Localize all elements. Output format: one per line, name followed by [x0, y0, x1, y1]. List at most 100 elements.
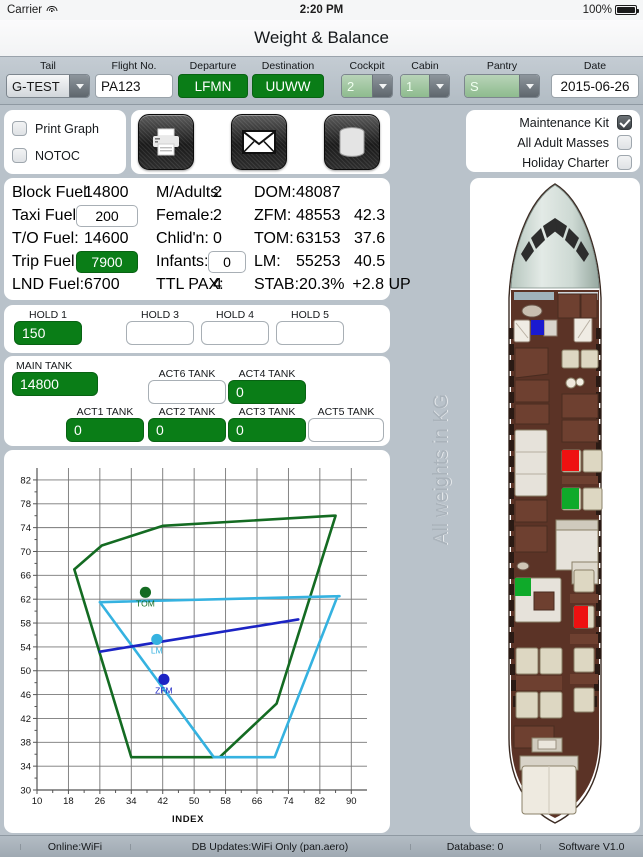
tanks-card: MAIN TANK 14800 ACT6 TANK ACT4 TANK 0 AC… [4, 356, 390, 446]
y-tick-label: 38 [20, 738, 31, 749]
hold-1-input[interactable]: 150 [14, 321, 82, 345]
chevron-down-icon[interactable] [372, 75, 392, 97]
email-button[interactable] [231, 114, 287, 170]
male-adults-value: 2 [213, 184, 222, 201]
hold-5-input[interactable] [276, 321, 344, 345]
trip-fuel-input[interactable]: 7900 [76, 251, 138, 273]
flight-no-input[interactable]: PA123 [95, 74, 173, 98]
chevron-down-icon[interactable] [429, 75, 449, 97]
occupancy-marker-green-mid[interactable] [562, 488, 579, 509]
option-all-adult-masses[interactable]: All Adult Masses [517, 135, 632, 150]
occupancy-marker-red-mid[interactable] [562, 450, 579, 471]
dom-value: 48087 [296, 184, 341, 201]
occupancy-marker-red-aft[interactable] [574, 606, 588, 628]
cabin-select[interactable]: 1 [400, 74, 450, 98]
holds-card: HOLD 1 150 HOLD 3 HOLD 4 HOLD 5 [4, 305, 390, 353]
act2-tank-input[interactable]: 0 [148, 418, 226, 442]
option-print-graph[interactable]: Print Graph [12, 121, 99, 136]
taxi-fuel-input[interactable]: 200 [76, 205, 138, 227]
flight-form-strip: Tail G-TEST Flight No. PA123 Departure L… [0, 57, 643, 105]
holiday-charter-checkbox[interactable] [617, 155, 632, 170]
x-tick-label: 74 [283, 796, 294, 807]
act1-tank-group: ACT1 TANK 0 [66, 406, 144, 442]
data-point-lm[interactable] [151, 633, 163, 646]
print-graph-label: Print Graph [35, 121, 99, 136]
occupancy-marker-blue-fwd[interactable] [531, 320, 544, 335]
lm-value: 55253 [296, 253, 341, 270]
destination-input[interactable]: UUWW [252, 74, 324, 98]
option-notoc[interactable]: NOTOC [12, 148, 80, 163]
cockpit-label: Cockpit [349, 60, 385, 72]
cabin-layout-diagram[interactable] [470, 178, 640, 833]
field-pantry: Pantry S [464, 60, 540, 98]
occupancy-marker-green-aft[interactable] [515, 578, 531, 596]
footer-database-count: Database: 0 [410, 841, 540, 853]
act1-tank-input[interactable]: 0 [66, 418, 144, 442]
print-button[interactable] [138, 114, 194, 170]
hold-3-input[interactable] [126, 321, 194, 345]
male-adults-label: M/Adults: [156, 184, 223, 201]
departure-input[interactable]: LFMN [178, 74, 248, 98]
envelope-icon [242, 130, 276, 154]
app-title-bar: Weight & Balance [0, 20, 643, 57]
print-graph-checkbox[interactable] [12, 121, 27, 136]
x-tick-label: 42 [157, 796, 168, 807]
to-fuel-value: 14600 [84, 230, 129, 247]
act2-tank-label: ACT2 TANK [158, 406, 216, 418]
hold-4-group: HOLD 4 [201, 309, 269, 345]
hold-4-label: HOLD 4 [216, 309, 254, 321]
data-point-zfm[interactable] [158, 673, 170, 685]
pantry-select[interactable]: S [464, 74, 540, 98]
aft-table [516, 676, 562, 690]
nose-cone [510, 184, 600, 289]
block-fuel-label: Block Fuel: [12, 184, 92, 201]
x-tick-label: 10 [32, 796, 43, 807]
tom-label: TOM: [254, 230, 294, 247]
hold-4-input[interactable] [201, 321, 269, 345]
total-pax-value: 4 [213, 276, 222, 293]
battery-full-icon [615, 5, 639, 15]
act5-tank-input[interactable] [308, 418, 384, 442]
hold-5-group: HOLD 5 [276, 309, 344, 345]
row-taxi-fuel: Taxi Fuel: 200 [12, 205, 138, 227]
notoc-label: NOTOC [35, 148, 80, 163]
tail-select[interactable]: G-TEST [6, 74, 90, 98]
departure-label: Departure [189, 60, 237, 72]
printer-icon [153, 128, 179, 156]
chevron-down-icon[interactable] [519, 75, 539, 97]
units-watermark: All weights in KG [430, 393, 452, 545]
database-button[interactable] [324, 114, 380, 170]
act5-tank-label: ACT5 TANK [317, 406, 375, 418]
maintenance-kit-checkbox[interactable] [617, 115, 632, 130]
aft-right-seats [570, 569, 598, 713]
footer-software-version: Software V1.0 [540, 841, 643, 853]
row-children: Chlid'n: 0 [156, 228, 222, 250]
weight-balance-chart-card: WEIGHT (KG x1000) INDEX 3034384246505458… [4, 450, 390, 833]
y-tick-label: 82 [20, 475, 31, 486]
field-cockpit: Cockpit 2 [341, 60, 393, 98]
hold-1-group: HOLD 1 150 [14, 309, 82, 345]
y-tick-label: 42 [20, 714, 31, 725]
main-tank-input[interactable]: 14800 [12, 372, 98, 396]
date-input[interactable]: 2015-06-26 [551, 74, 639, 98]
row-zfm: ZFM: 48553 42.3 [254, 205, 385, 227]
option-holiday-charter[interactable]: Holiday Charter [522, 155, 632, 170]
data-point-tom[interactable] [139, 586, 152, 598]
infants-input[interactable]: 0 [208, 251, 246, 273]
act4-tank-input[interactable]: 0 [228, 380, 306, 404]
chevron-down-icon[interactable] [69, 75, 89, 97]
cockpit-select[interactable]: 2 [341, 74, 393, 98]
act6-tank-input[interactable] [148, 380, 226, 404]
row-female: Female: 2 [156, 205, 222, 227]
hold-1-label: HOLD 1 [29, 309, 67, 321]
all-adult-masses-checkbox[interactable] [617, 135, 632, 150]
option-maintenance-kit[interactable]: Maintenance Kit [519, 115, 632, 130]
print-options-card: Print Graph NOTOC [4, 110, 126, 174]
pantry-label: Pantry [486, 60, 518, 72]
act3-tank-input[interactable]: 0 [228, 418, 306, 442]
hold-5-label: HOLD 5 [291, 309, 329, 321]
hold-3-group: HOLD 3 [126, 309, 194, 345]
weight-balance-chart[interactable]: 30 34 38 42 46 50 54 58 62 66 70 74 78 82 10 18 26 34 42 50… [4, 450, 390, 833]
y-tick-label: 50 [20, 666, 31, 677]
notoc-checkbox[interactable] [12, 148, 27, 163]
